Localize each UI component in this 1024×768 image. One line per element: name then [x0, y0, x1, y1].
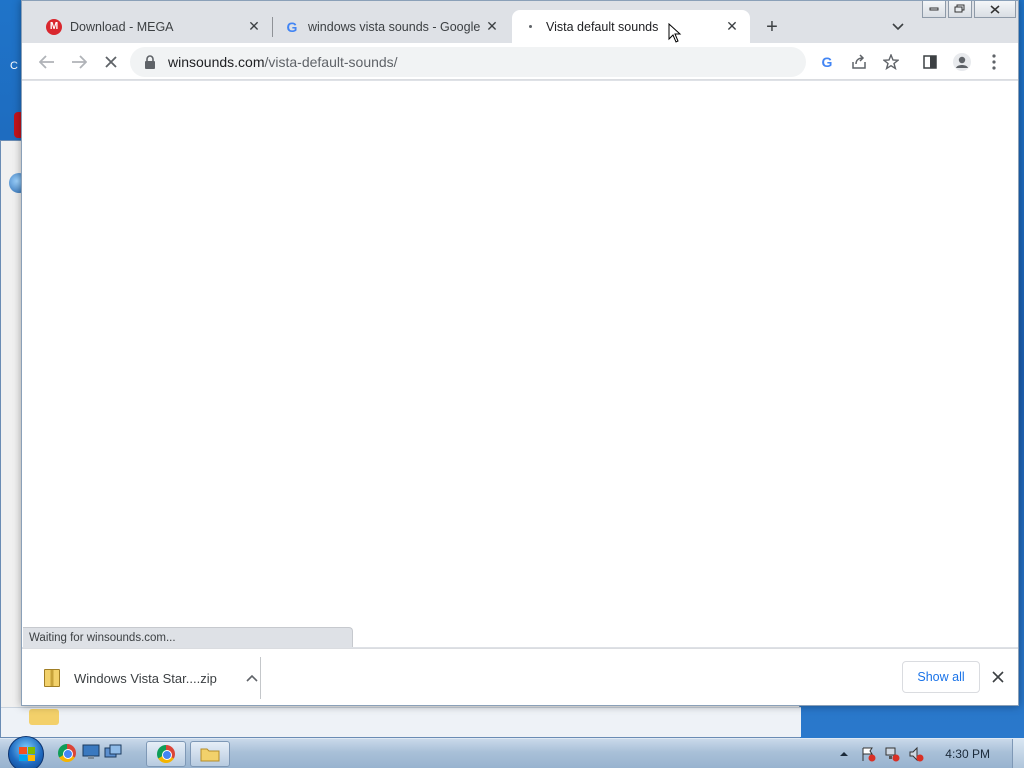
chrome-icon [157, 745, 175, 763]
download-filename: Windows Vista Star....zip [74, 670, 217, 686]
mouse-cursor-icon [668, 23, 682, 43]
google-translate-button[interactable]: G [817, 52, 837, 72]
close-icon [992, 671, 1004, 683]
share-button[interactable] [849, 52, 869, 72]
menu-button[interactable] [984, 52, 1004, 72]
tab-close-icon[interactable]: ✕ [246, 18, 262, 35]
chevron-up-icon [246, 674, 258, 682]
maximize-button[interactable] [948, 1, 972, 18]
show-desktop-button[interactable] [1012, 739, 1024, 768]
tab-close-icon[interactable]: ✕ [484, 18, 500, 35]
google-icon: G [821, 54, 833, 70]
star-icon [883, 54, 899, 70]
tab-title: Vista default sounds [546, 19, 659, 34]
download-options-button[interactable] [242, 671, 262, 685]
taskbar-clock[interactable]: 4:30 PM [945, 747, 990, 761]
forward-button[interactable] [66, 49, 92, 75]
volume-icon[interactable] [907, 745, 925, 763]
kebab-menu-icon [992, 54, 996, 70]
tab-vista-sounds[interactable]: Vista default sounds ✕ [512, 10, 750, 43]
back-button[interactable] [34, 49, 60, 75]
tab-title: windows vista sounds - Google S [308, 19, 484, 34]
taskbar-chrome-button[interactable] [146, 741, 186, 767]
zip-file-icon [44, 669, 60, 687]
background-window-footer [1, 707, 801, 737]
taskbar: 4:30 PM [0, 736, 1024, 768]
tab-search-button[interactable] [888, 17, 908, 37]
url-path: /vista-default-sounds/ [264, 54, 398, 70]
switch-windows-icon [104, 744, 122, 758]
desktop-text-fragment: C [10, 60, 18, 72]
tab-title: Download - MEGA [70, 19, 174, 34]
monitor-icon [82, 744, 100, 759]
download-item[interactable]: Windows Vista Star....zip [36, 659, 262, 697]
close-download-shelf-button[interactable] [988, 667, 1008, 687]
close-icon [990, 4, 1000, 14]
system-tray: 4:30 PM [829, 739, 1024, 768]
page-content: Waiting for winsounds.com... [22, 81, 1018, 647]
stop-button[interactable] [98, 49, 124, 75]
restore-icon [954, 4, 965, 13]
side-panel-icon [923, 55, 937, 69]
arrow-left-icon [39, 55, 54, 69]
bookmark-button[interactable] [881, 52, 901, 72]
tab-mega[interactable]: M Download - MEGA ✕ [36, 10, 272, 43]
google-icon: G [286, 18, 298, 35]
address-bar[interactable]: winsounds.com/vista-default-sounds/ [130, 47, 806, 77]
window-controls [922, 1, 1016, 19]
triangle-up-icon [840, 752, 849, 756]
arrow-right-icon [72, 55, 87, 69]
profile-button[interactable] [952, 52, 972, 72]
url-host: winsounds.com [168, 54, 265, 70]
network-icon[interactable] [883, 745, 901, 763]
folder-icon [29, 709, 59, 725]
quick-launch-chrome[interactable] [58, 744, 76, 762]
show-hidden-icons-button[interactable] [835, 745, 853, 763]
side-panel-button[interactable] [920, 52, 940, 72]
new-tab-button[interactable]: + [760, 15, 784, 39]
chevron-down-icon [892, 23, 904, 31]
action-center-icon[interactable] [859, 745, 877, 763]
chrome-window: M Download - MEGA ✕ G windows vista soun… [21, 0, 1019, 706]
minimize-button[interactable] [922, 1, 946, 18]
start-button[interactable] [8, 736, 44, 768]
share-icon [852, 54, 866, 69]
quick-launch-switch-windows[interactable] [104, 744, 122, 762]
taskbar-explorer-button[interactable] [190, 741, 230, 767]
quick-launch-show-desktop[interactable] [82, 744, 100, 762]
tab-google-search[interactable]: G windows vista sounds - Google S ✕ [274, 10, 510, 43]
tab-close-icon[interactable]: ✕ [724, 18, 740, 35]
chrome-icon [58, 744, 76, 762]
browser-toolbar: winsounds.com/vista-default-sounds/ G [22, 43, 1018, 80]
close-window-button[interactable] [974, 1, 1016, 18]
download-separator [260, 657, 261, 699]
windows-logo-icon [19, 747, 35, 761]
minimize-icon [929, 7, 939, 11]
tab-strip: M Download - MEGA ✕ G windows vista soun… [22, 1, 1018, 43]
status-bubble: Waiting for winsounds.com... [23, 627, 353, 647]
tab-separator [272, 17, 273, 37]
avatar-icon [953, 53, 971, 71]
show-all-button[interactable]: Show all [902, 661, 980, 693]
folder-icon [200, 748, 220, 762]
mega-icon: M [46, 18, 62, 35]
download-shelf: Windows Vista Star....zip Show all [22, 648, 1018, 705]
lock-icon [144, 55, 158, 69]
stop-icon [105, 56, 117, 68]
loading-icon [522, 19, 538, 35]
